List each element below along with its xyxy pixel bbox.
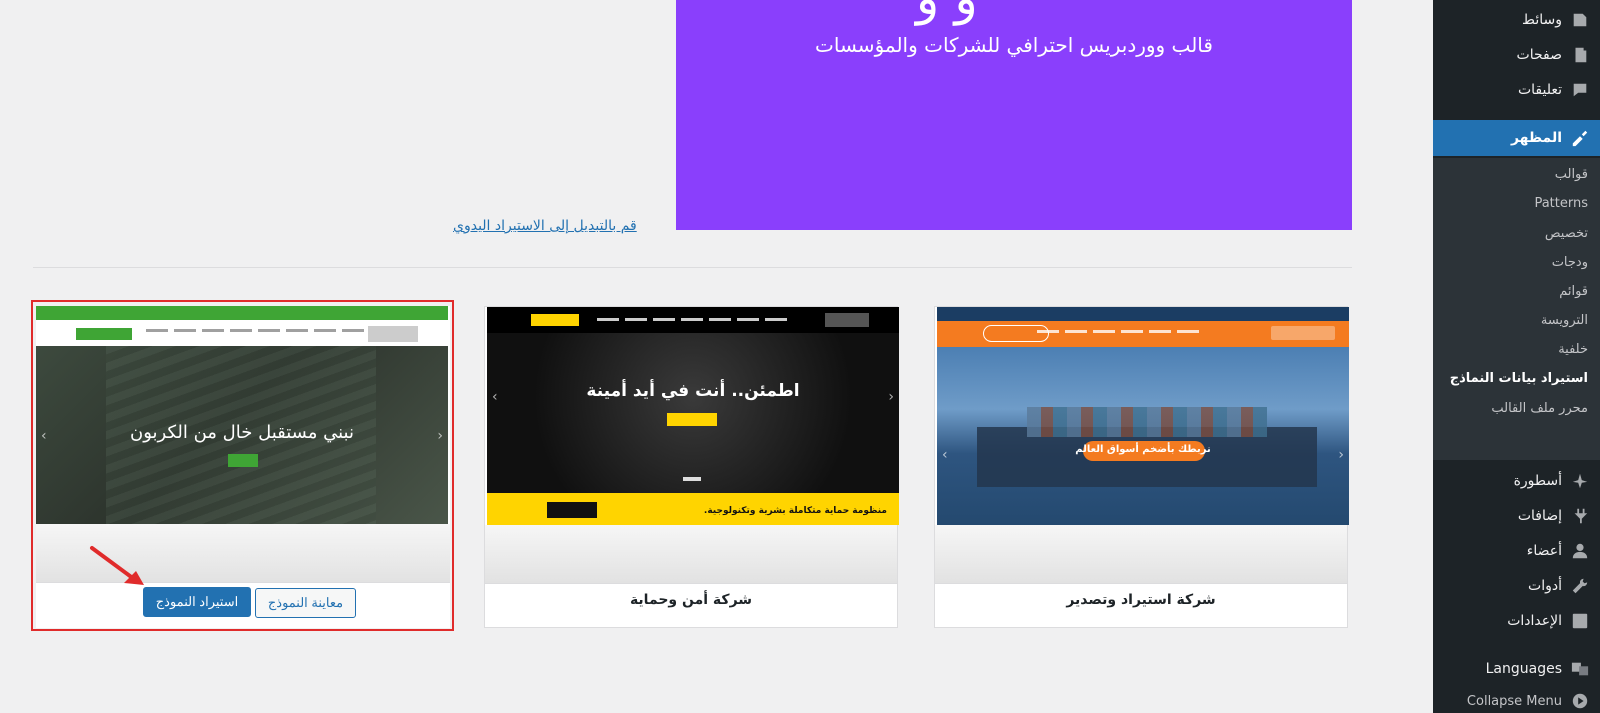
demo-title: شركة استيراد وتصدير — [1066, 592, 1216, 608]
submenu-theme-editor[interactable]: محرر ملف القالب — [1491, 401, 1588, 416]
collapse-menu-button[interactable]: Collapse Menu — [1433, 686, 1600, 713]
menu-label: إضافات — [1517, 508, 1562, 524]
submenu-demo-import[interactable]: استيراد بيانات النماذج — [1450, 371, 1588, 386]
menu-label: أسطورة — [1513, 473, 1562, 489]
wrench-icon — [1570, 576, 1590, 596]
menu-label: أعضاء — [1526, 543, 1562, 559]
demo-screenshot: نربطك بأضخم أسواق العالم ‹ › — [937, 307, 1349, 525]
submenu-background[interactable]: خلفية — [1558, 342, 1588, 357]
slide-heading: اطمئن.. أنت في أيد أمينة — [586, 381, 800, 401]
submenu-patterns[interactable]: Patterns — [1534, 196, 1588, 211]
menu-label: وسائط — [1522, 12, 1562, 28]
translate-icon — [1570, 659, 1590, 679]
menu-label: المظهر — [1510, 130, 1562, 146]
comments-icon — [1570, 80, 1590, 100]
menu-appearance[interactable]: المظهر — [1425, 120, 1600, 156]
settings-icon — [1570, 611, 1590, 631]
menu-pages[interactable]: صفحات — [1433, 38, 1600, 72]
submenu-widgets[interactable]: ودجات — [1552, 255, 1588, 270]
menu-plugins[interactable]: إضافات — [1433, 499, 1600, 533]
users-icon — [1570, 541, 1590, 561]
theme-hero-preview: و و قالب ووردبريس احترافي للشركات والمؤس… — [676, 0, 1352, 230]
menu-label: الإعدادات — [1507, 613, 1562, 629]
media-icon — [1570, 10, 1590, 30]
demo-screenshot: اطمئن.. أنت في أيد أمينة منظومة حماية مت… — [487, 307, 899, 525]
menu-comments[interactable]: تعليقات — [1433, 73, 1600, 107]
banner-text: منظومة حماية متكاملة بشرية وتكنولوجية. — [703, 506, 887, 516]
hero-subtitle: قالب ووردبريس احترافي للشركات والمؤسسات — [815, 33, 1213, 57]
menu-media[interactable]: وسائط — [1433, 3, 1600, 37]
collapse-icon — [1570, 691, 1590, 711]
current-indicator — [1425, 129, 1433, 145]
submenu-themes[interactable]: قوالب — [1555, 167, 1588, 182]
section-divider — [33, 267, 1352, 268]
menu-label: Languages — [1485, 661, 1562, 677]
submenu-customize[interactable]: تخصيص — [1545, 226, 1588, 241]
submenu-menus[interactable]: قوائم — [1559, 284, 1588, 299]
demo-title: شركة أمن وحماية — [629, 592, 753, 608]
menu-users[interactable]: أعضاء — [1433, 534, 1600, 568]
annotation-arrow-icon — [90, 546, 144, 585]
logo-icon — [1570, 471, 1590, 491]
import-demo-button[interactable]: استيراد النموذج — [143, 587, 251, 617]
preview-demo-button[interactable]: معاينة النموذج — [255, 588, 356, 618]
hero-title-fragment: و و — [916, 0, 1016, 26]
menu-label: تعليقات — [1517, 82, 1562, 98]
demo-card-security[interactable]: اطمئن.. أنت في أيد أمينة منظومة حماية مت… — [484, 306, 899, 628]
slide-caption: نربطك بأضخم أسواق العالم — [1075, 444, 1211, 455]
menu-tools[interactable]: أدوات — [1433, 569, 1600, 603]
menu-label: أدوات — [1528, 578, 1562, 594]
submenu-header[interactable]: الترويسة — [1541, 313, 1588, 328]
menu-label: صفحات — [1516, 47, 1562, 63]
demo-card-import-export[interactable]: نربطك بأضخم أسواق العالم ‹ › شركة استيراد… — [934, 306, 1349, 628]
manual-import-link[interactable]: قم بالتبديل إلى الاستيراد اليدوي — [453, 218, 637, 234]
appearance-submenu: قوالب Patterns تخصيص ودجات قوائم الترويس… — [1433, 158, 1600, 460]
menu-languages[interactable]: Languages — [1433, 652, 1600, 686]
menu-ostoura[interactable]: أسطورة — [1433, 464, 1600, 498]
pages-icon — [1570, 45, 1590, 65]
paintbrush-icon — [1570, 128, 1590, 148]
admin-sidebar: وسائط صفحات تعليقات المظهر قوالب Pattern… — [1425, 0, 1600, 713]
menu-settings[interactable]: الإعدادات — [1433, 604, 1600, 638]
menu-label: Collapse Menu — [1466, 693, 1562, 709]
plugin-icon — [1570, 506, 1590, 526]
